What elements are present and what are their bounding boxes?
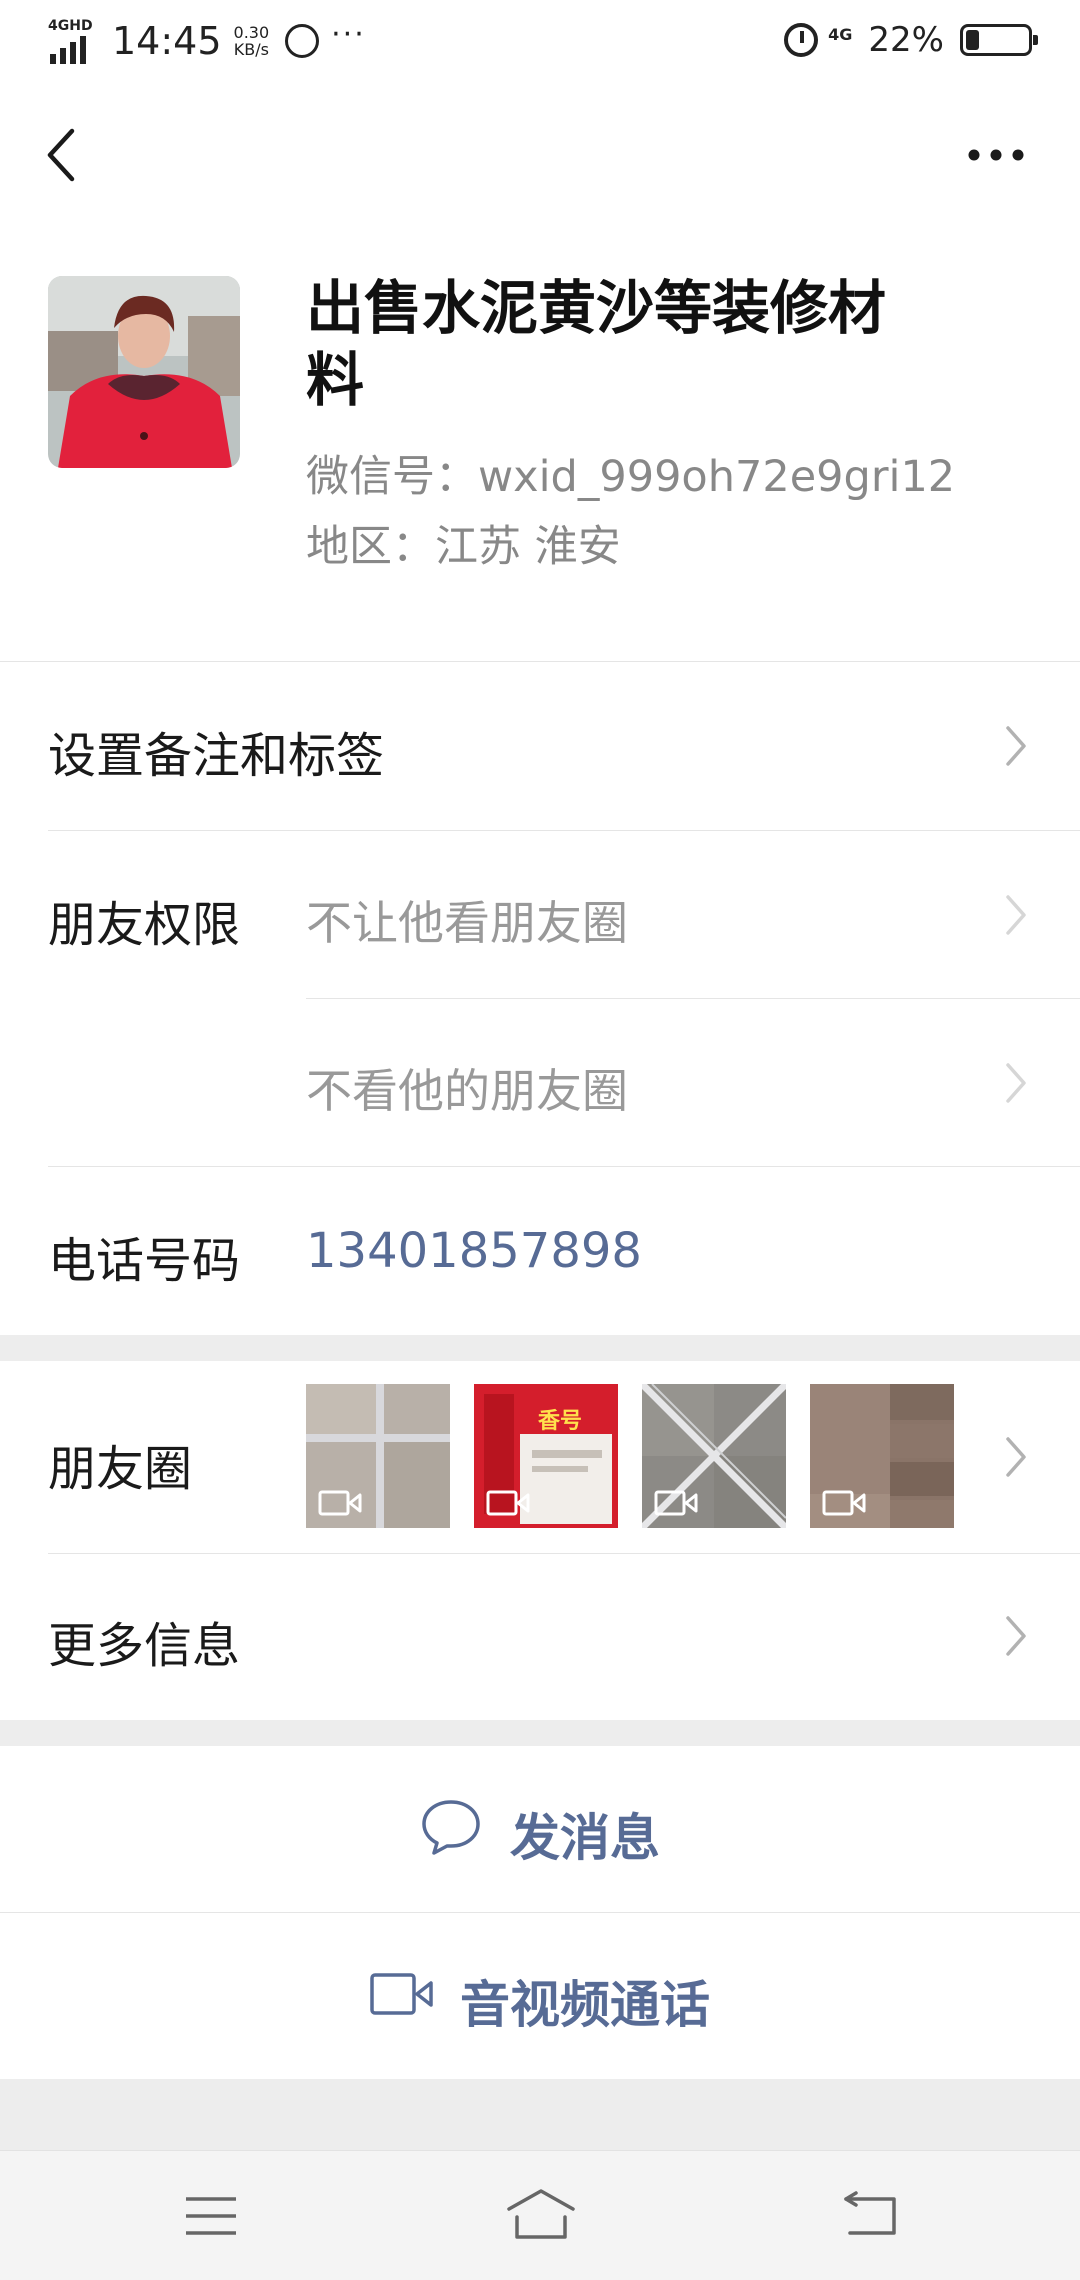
home-icon[interactable]: [505, 2187, 577, 2241]
chevron-right-icon: [1006, 895, 1026, 935]
wechat-id: 微信号：wxid_999oh72e9gri12: [306, 452, 956, 502]
region: 地区：江苏 淮安: [306, 522, 621, 572]
phone-number-row: 电话号码 13401857898: [0, 1167, 1080, 1335]
video-camera-icon: [370, 1973, 433, 2015]
phone-number-label: 电话号码: [48, 1233, 241, 1289]
chevron-left-icon: [47, 128, 75, 182]
data-saver-icon: [285, 24, 320, 58]
bag-label-text: 香号: [538, 1408, 582, 1433]
status-time: 14:45: [112, 19, 222, 63]
network-type: 4GHD: [48, 18, 93, 34]
chevron-right-icon: [1006, 1616, 1026, 1656]
back-nav-icon[interactable]: [842, 2191, 898, 2239]
more-notifications: ···: [331, 16, 366, 52]
profile-name: 出售水泥黄沙等装修材料: [306, 274, 887, 414]
mobile-data-indicator: 4G: [828, 24, 853, 44]
video-call-label: 音视频通话: [460, 1976, 710, 2034]
video-icon: [822, 1490, 866, 1516]
battery-icon: [960, 24, 1038, 56]
chevron-right-icon: [1006, 1063, 1026, 1103]
remark-and-tags-label: 设置备注和标签: [48, 728, 385, 784]
battery-fill: [966, 30, 980, 50]
moments-thumb-bag[interactable]: 香号: [474, 1384, 618, 1528]
friend-permissions-label: 朋友权限: [48, 897, 241, 953]
chat-bubble-icon: [422, 1800, 480, 1855]
permission-hide-moments: 不让他看朋友圈: [306, 896, 628, 950]
send-message-button[interactable]: 发消息: [0, 1746, 1080, 1912]
moments-thumb-tiles[interactable]: [306, 1384, 450, 1528]
section-gap: [0, 1335, 1080, 1361]
system-navigation-bar: [0, 2150, 1080, 2280]
remark-and-tags-row[interactable]: 设置备注和标签: [0, 662, 1080, 830]
more-options-button[interactable]: [966, 140, 1026, 170]
moments-thumb-wall[interactable]: [810, 1384, 954, 1528]
video-icon: [486, 1490, 530, 1516]
chevron-right-icon: [1006, 726, 1026, 766]
video-icon: [318, 1490, 362, 1516]
moments-label: 朋友圈: [48, 1441, 193, 1497]
moments-thumb-grout[interactable]: [642, 1384, 786, 1528]
page-bottom-fill: [0, 2079, 1080, 2150]
network-speed-unit: KB/s: [233, 40, 269, 59]
friend-permission-row-1[interactable]: 朋友权限 不让他看朋友圈: [0, 831, 1080, 999]
ellipsis-icon: [968, 149, 1024, 161]
battery-percent: 22%: [868, 20, 944, 60]
menu-icon[interactable]: [184, 2195, 238, 2237]
signal-icon: 4GHD: [48, 18, 98, 64]
permission-hide-their-moments: 不看他的朋友圈: [306, 1064, 628, 1118]
section-gap: [0, 1720, 1080, 1746]
video-icon: [654, 1490, 698, 1516]
phone-number-link[interactable]: 13401857898: [306, 1223, 642, 1279]
more-info-row[interactable]: 更多信息: [0, 1554, 1080, 1720]
friend-permission-row-2[interactable]: 不看他的朋友圈: [0, 999, 1080, 1167]
alarm-icon: [784, 23, 819, 57]
back-button[interactable]: [42, 125, 82, 185]
network-speed-value: 0.30: [233, 23, 270, 42]
video-call-button[interactable]: 音视频通话: [0, 1913, 1080, 2079]
avatar[interactable]: [48, 276, 240, 468]
chevron-right-icon: [1006, 1437, 1026, 1477]
status-bar: 4GHD 14:45 0.30 KB/s ··· 4G 22%: [0, 0, 1080, 84]
send-message-label: 发消息: [510, 1809, 660, 1867]
network-speed: 0.30 KB/s: [234, 24, 270, 58]
more-info-label: 更多信息: [48, 1618, 241, 1674]
